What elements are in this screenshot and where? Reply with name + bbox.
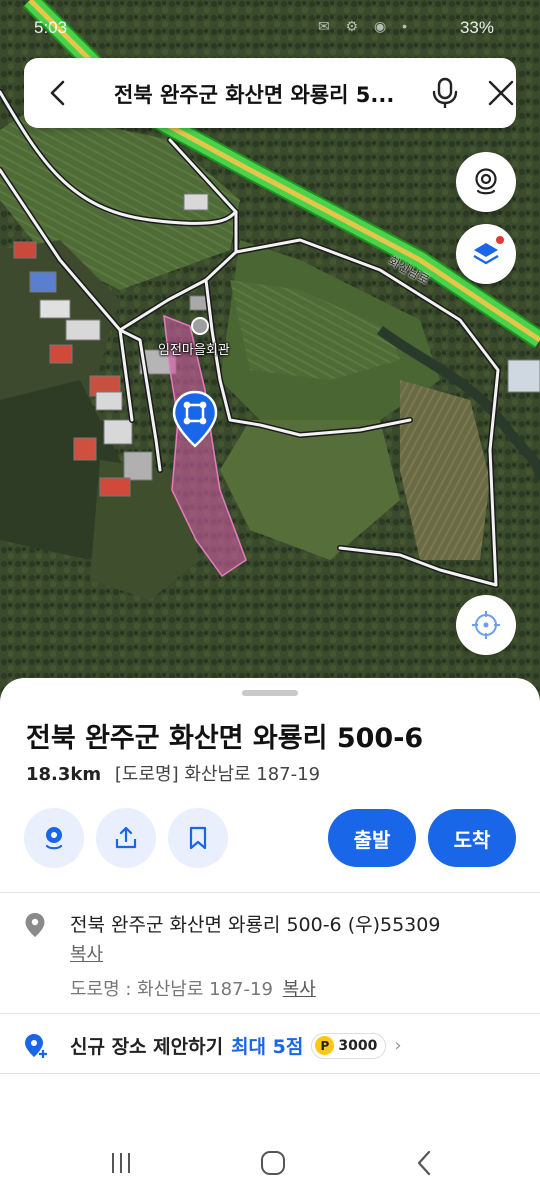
add-place-icon xyxy=(25,1034,47,1058)
divider xyxy=(0,1073,540,1074)
place-detail-sheet: 전북 완주군 화산면 와룡리 500-6 18.3km [도로명] 화산남로 1… xyxy=(0,678,540,1200)
place-road-name: [도로명] 화산남로 187-19 xyxy=(114,764,321,785)
place-title: 전북 완주군 화산면 와룡리 500-6 xyxy=(26,723,424,754)
back-icon[interactable] xyxy=(44,78,74,108)
place-pin-icon[interactable] xyxy=(171,390,219,448)
share-icon xyxy=(115,826,137,849)
poi-marker[interactable] xyxy=(191,317,209,335)
map-view[interactable]: 5:03 ✉ ⚙ ◉ • 33% 임전마을회관 화산남로 전북 완주군 화산면 … xyxy=(0,0,540,720)
divider xyxy=(0,892,540,893)
screen: 5:03 ✉ ⚙ ◉ • 33% 임전마을회관 화산남로 전북 완주군 화산면 … xyxy=(0,0,540,1200)
mic-icon[interactable] xyxy=(428,76,462,110)
suggest-new-place-link[interactable]: 신규 장소 제안하기 최대 5점 P 3000 › xyxy=(70,1032,402,1059)
address-pin-icon xyxy=(25,913,45,937)
street-view-button[interactable] xyxy=(456,152,516,212)
depart-button[interactable]: 출발 xyxy=(328,809,416,867)
bookmark-icon xyxy=(189,826,207,850)
search-query[interactable]: 전북 완주군 화산면 와룡리 5... xyxy=(114,79,414,109)
sheet-drag-handle[interactable] xyxy=(242,690,298,696)
chevron-right-icon: › xyxy=(394,1035,402,1056)
road-address: 도로명 : 화산남로 187-19 복사 xyxy=(70,975,316,1001)
search-bar[interactable]: 전북 완주군 화산면 와룡리 5... xyxy=(24,58,516,128)
divider xyxy=(0,1013,540,1014)
recent-apps-icon[interactable] xyxy=(106,1148,136,1178)
target-icon xyxy=(472,611,500,639)
layers-new-dot xyxy=(496,236,504,244)
place-distance: 18.3km xyxy=(26,764,102,785)
layers-button[interactable] xyxy=(456,224,516,284)
poi-label[interactable]: 임전마을회관 xyxy=(158,339,230,358)
road-address-text: 도로명 : 화산남로 187-19 xyxy=(70,979,273,1000)
copy-road-address-link[interactable]: 복사 xyxy=(283,979,316,1000)
my-location-button[interactable] xyxy=(456,595,516,655)
status-battery: 33% xyxy=(459,18,494,37)
camera-icon xyxy=(475,168,497,195)
suggest-max-points: 최대 5점 xyxy=(231,1036,304,1058)
point-amount: 3000 xyxy=(338,1037,378,1054)
status-time: 5:03 xyxy=(34,18,68,37)
place-subtitle: 18.3km [도로명] 화산남로 187-19 xyxy=(26,760,320,786)
home-icon[interactable] xyxy=(258,1148,288,1178)
status-bar: 5:03 ✉ ⚙ ◉ • 33% xyxy=(0,0,540,50)
street-view-action-button[interactable] xyxy=(24,808,84,868)
point-badge: P 3000 xyxy=(311,1032,387,1059)
nav-back-icon[interactable] xyxy=(410,1148,440,1178)
share-button[interactable] xyxy=(96,808,156,868)
status-icons: ✉ ⚙ ◉ • xyxy=(318,18,414,34)
address-text: 전북 완주군 화산면 와룡리 500-6 (우)55309 xyxy=(70,914,441,936)
copy-address-link[interactable]: 복사 xyxy=(70,940,103,966)
close-icon[interactable] xyxy=(486,78,516,108)
arrive-button[interactable]: 도착 xyxy=(428,809,516,867)
point-icon: P xyxy=(315,1036,335,1055)
suggest-text: 신규 장소 제안하기 xyxy=(70,1036,224,1058)
location-pin-icon xyxy=(45,827,63,850)
system-nav-bar xyxy=(0,1124,540,1200)
save-button[interactable] xyxy=(168,808,228,868)
